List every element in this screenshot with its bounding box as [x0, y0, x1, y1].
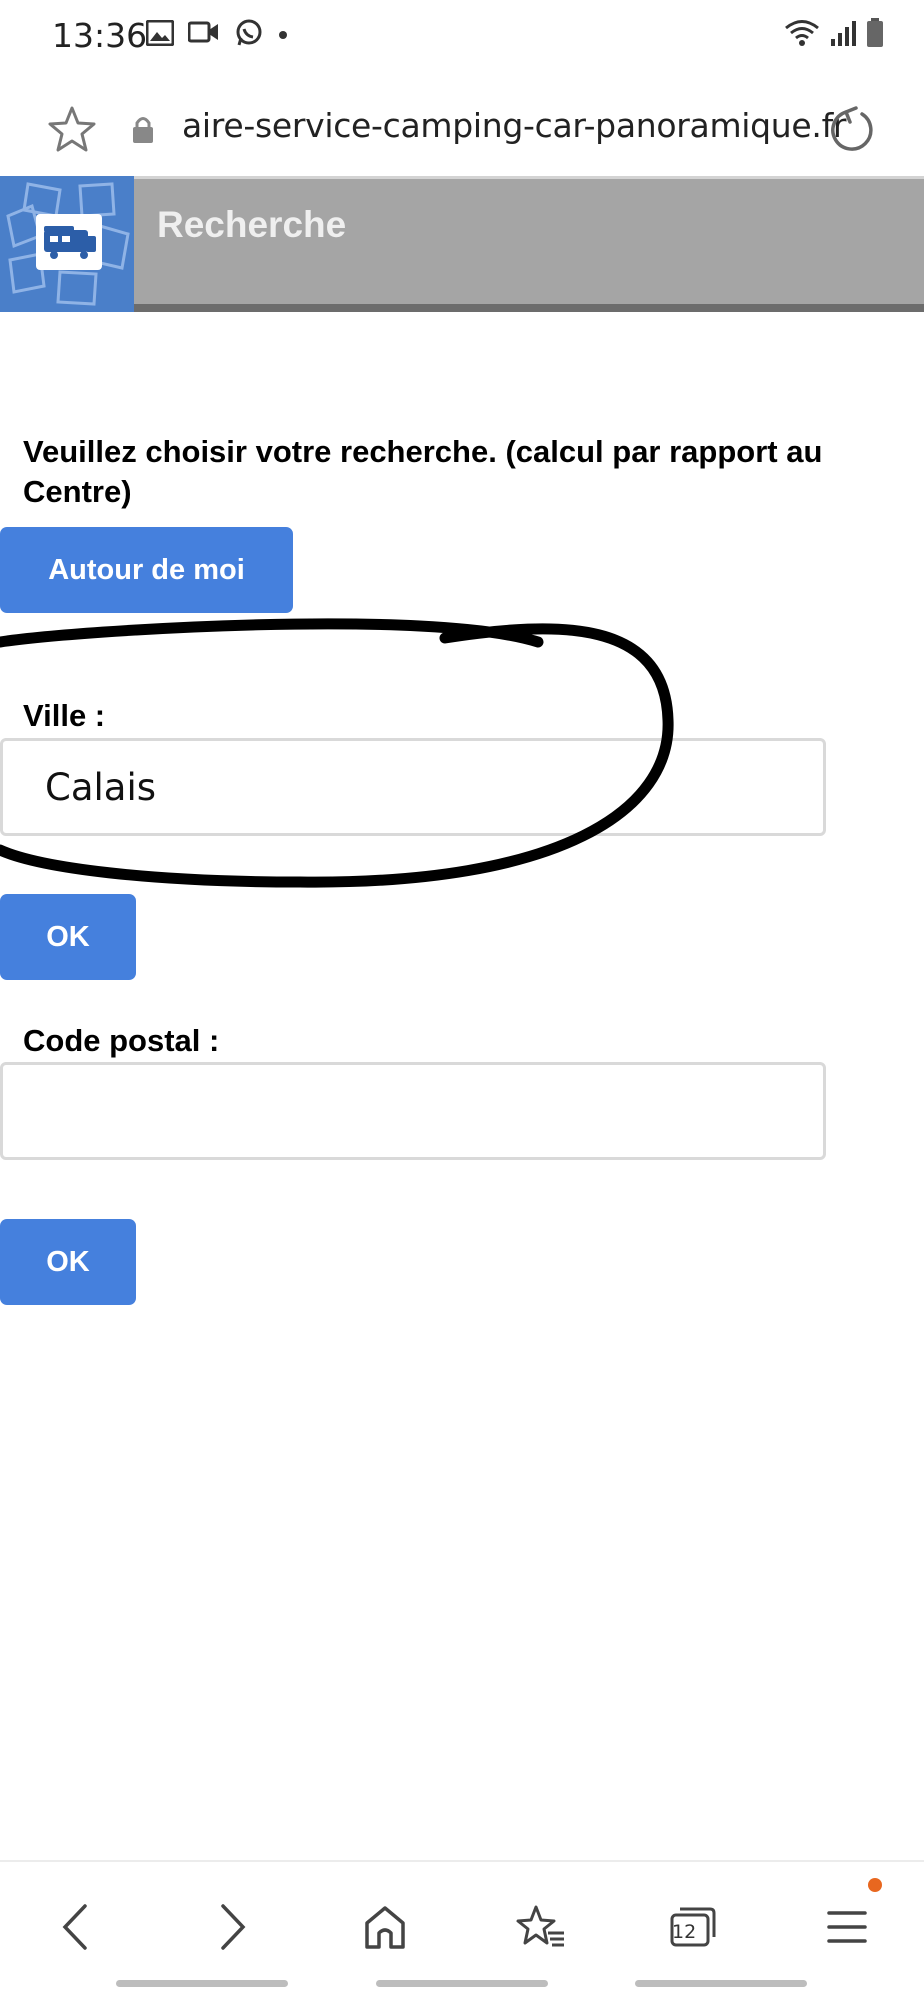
whatsapp-icon [234, 18, 264, 53]
gesture-bar-right [635, 1980, 807, 1987]
url-bar: aire-service-camping-car-panoramique.fr [0, 82, 924, 174]
battery-icon [866, 18, 884, 53]
notification-dot [868, 1878, 882, 1892]
postal-ok-button[interactable]: OK [0, 1219, 136, 1305]
city-ok-button[interactable]: OK [0, 894, 136, 980]
tab-count: 12 [672, 1921, 697, 1943]
bookmarks-icon[interactable] [505, 1892, 575, 1962]
wifi-icon [784, 19, 820, 52]
gesture-bar-center [376, 1980, 548, 1987]
back-icon[interactable] [40, 1892, 110, 1962]
page-title: Recherche [157, 204, 347, 245]
site-header [0, 176, 924, 312]
reload-icon[interactable] [826, 104, 878, 156]
image-icon [145, 19, 175, 51]
status-bar: 13:36 [0, 0, 924, 72]
city-label: Ville : [23, 698, 106, 733]
around-me-button[interactable]: Autour de moi [0, 527, 293, 613]
tabs-icon[interactable]: 12 [658, 1892, 728, 1962]
search-instruction: Veuillez choisir votre recherche. (calcu… [23, 434, 823, 509]
url-field[interactable]: aire-service-camping-car-panoramique.fr [182, 106, 847, 145]
campervan-logo[interactable] [0, 176, 134, 312]
video-call-icon [187, 20, 220, 51]
forward-icon[interactable] [198, 1892, 268, 1962]
signal-icon [830, 19, 856, 52]
menu-icon[interactable] [812, 1892, 882, 1962]
lock-icon [130, 114, 156, 144]
postal-code-input[interactable] [0, 1062, 826, 1160]
bookmark-star-icon[interactable] [44, 102, 100, 158]
home-icon[interactable] [350, 1892, 420, 1962]
status-time: 13:36 [52, 16, 148, 55]
dot-icon [278, 27, 288, 45]
city-input[interactable]: Calais [0, 738, 826, 836]
postal-code-label: Code postal : [23, 1023, 220, 1058]
gesture-bar-left [116, 1980, 288, 1987]
